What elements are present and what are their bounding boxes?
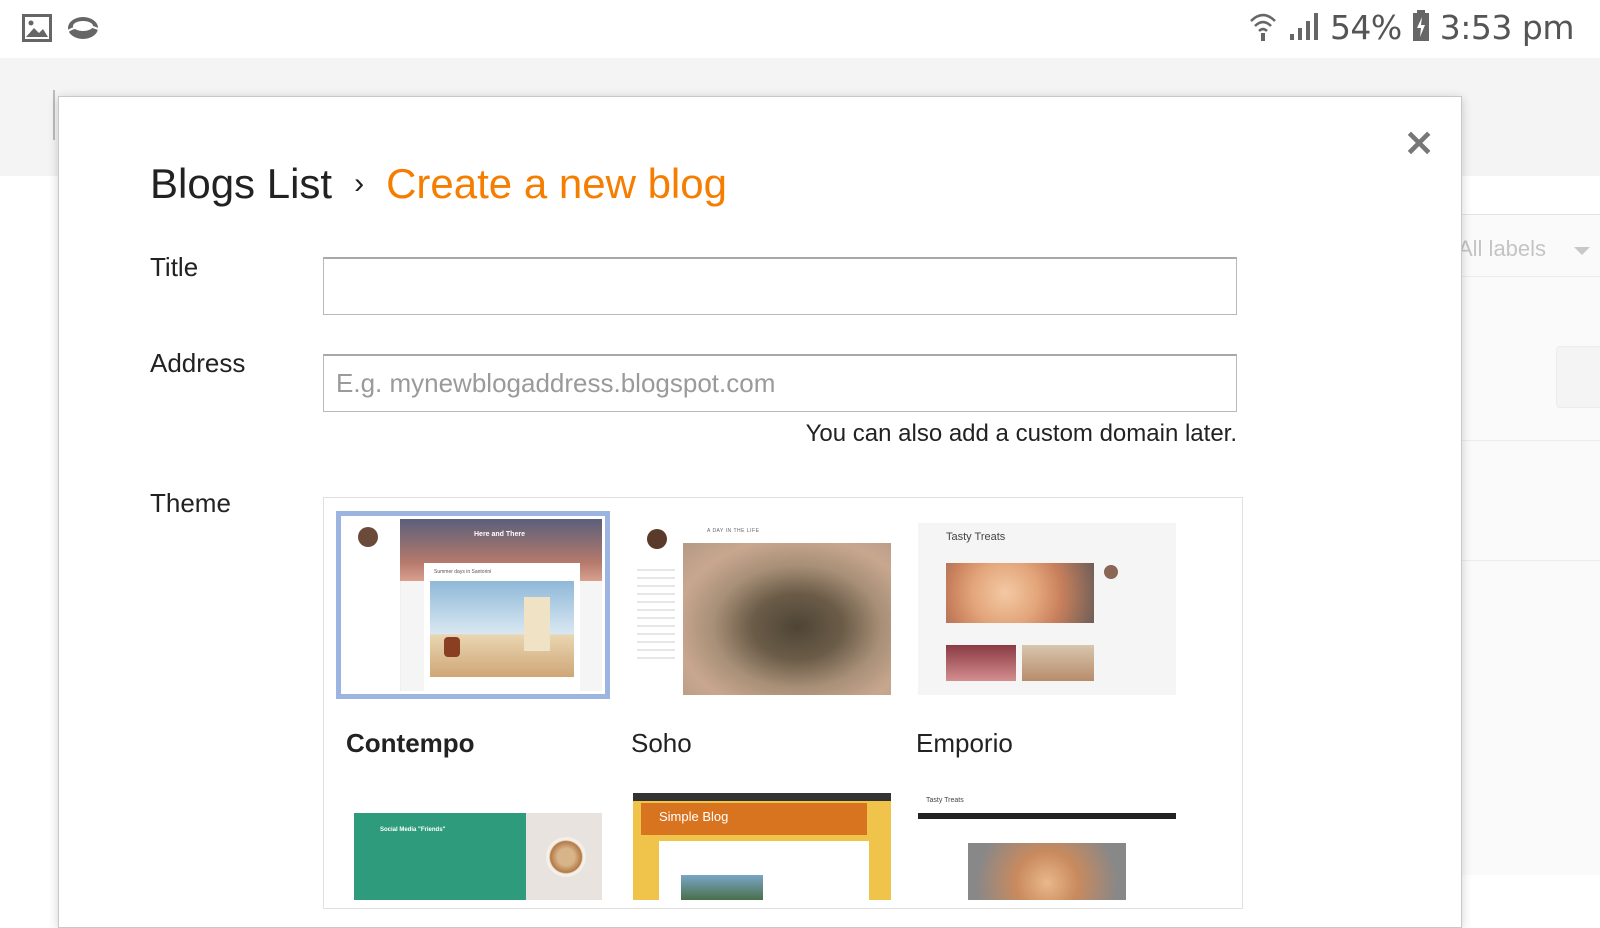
avatar — [358, 527, 378, 547]
breadcrumb-current: Create a new blog — [386, 160, 727, 207]
thumbnail-title: Simple Blog — [659, 809, 729, 824]
theme-thumbnail-simple[interactable]: Simple Blog — [633, 793, 891, 900]
thumbnail-photo — [430, 581, 574, 677]
background-divider — [53, 90, 55, 140]
labels-filter[interactable]: All labels — [1458, 236, 1546, 262]
address-hint: You can also add a custom domain later. — [805, 420, 1237, 447]
thumbnail-title: Tasty Treats — [946, 531, 1006, 543]
thumbnail-title: Tasty Treats — [926, 797, 964, 804]
thumbnail-photo — [1022, 645, 1094, 681]
theme-name-contempo[interactable]: Contempo — [346, 728, 475, 759]
thumbnail-photo — [946, 563, 1094, 623]
avatar — [647, 529, 667, 549]
breadcrumb: Blogs List › Create a new blog — [150, 160, 727, 208]
wifi-icon — [1248, 9, 1278, 47]
theme-label: Theme — [150, 488, 231, 518]
theme-thumbnail-soho[interactable]: A DAY IN THE LIFE — [633, 523, 891, 695]
theme-thumbnail-emporio[interactable]: Tasty Treats — [918, 523, 1176, 695]
title-label: Title — [150, 252, 199, 282]
theme-name-emporio[interactable]: Emporio — [916, 728, 1013, 759]
thumbnail-title: Social Media "Friends" — [380, 827, 446, 833]
theme-name-soho[interactable]: Soho — [631, 728, 692, 759]
status-bar: 54% 3:53 pm — [0, 0, 1600, 58]
cloud-icon — [66, 14, 100, 47]
thumbnail-title: Here and There — [474, 531, 525, 538]
theme-thumbnail-social[interactable]: Social Media "Friends" — [354, 793, 602, 900]
background-button[interactable] — [1556, 346, 1600, 408]
theme-thumbnail-contempo[interactable]: Here and There Summer days in Santorini — [336, 511, 610, 699]
signal-icon — [1288, 10, 1320, 46]
title-input[interactable] — [323, 257, 1237, 315]
clock: 3:53 pm — [1439, 8, 1575, 47]
address-label: Address — [150, 348, 246, 378]
thumbnail-title: A DAY IN THE LIFE — [707, 528, 760, 534]
breadcrumb-blogs-list[interactable]: Blogs List — [150, 160, 332, 208]
battery-icon — [1412, 9, 1430, 46]
thumbnail-photo — [683, 543, 891, 695]
image-icon — [22, 14, 52, 47]
thumbnail-photo-building — [524, 597, 550, 651]
thumbnail-navbar — [918, 813, 1176, 819]
thumbnail-photo-vase — [444, 637, 460, 657]
thumbnail-topbar — [633, 793, 891, 801]
thumbnail-photo — [681, 875, 763, 900]
thumbnail-sidebar — [637, 563, 675, 663]
theme-thumbnail-tasty-dark[interactable]: Tasty Treats — [918, 793, 1176, 900]
thumbnail-post-title: Summer days in Santorini — [434, 569, 492, 575]
thumbnail-coffee-image — [546, 837, 586, 877]
thumbnail-photo — [946, 645, 1016, 681]
address-input[interactable] — [323, 354, 1237, 412]
thumbnail-photo — [968, 843, 1126, 900]
avatar — [1104, 565, 1118, 579]
battery-percentage: 54% — [1329, 8, 1402, 47]
breadcrumb-separator: › — [354, 167, 365, 200]
close-icon[interactable]: ✕ — [1404, 126, 1434, 162]
chevron-down-icon — [1574, 247, 1590, 255]
